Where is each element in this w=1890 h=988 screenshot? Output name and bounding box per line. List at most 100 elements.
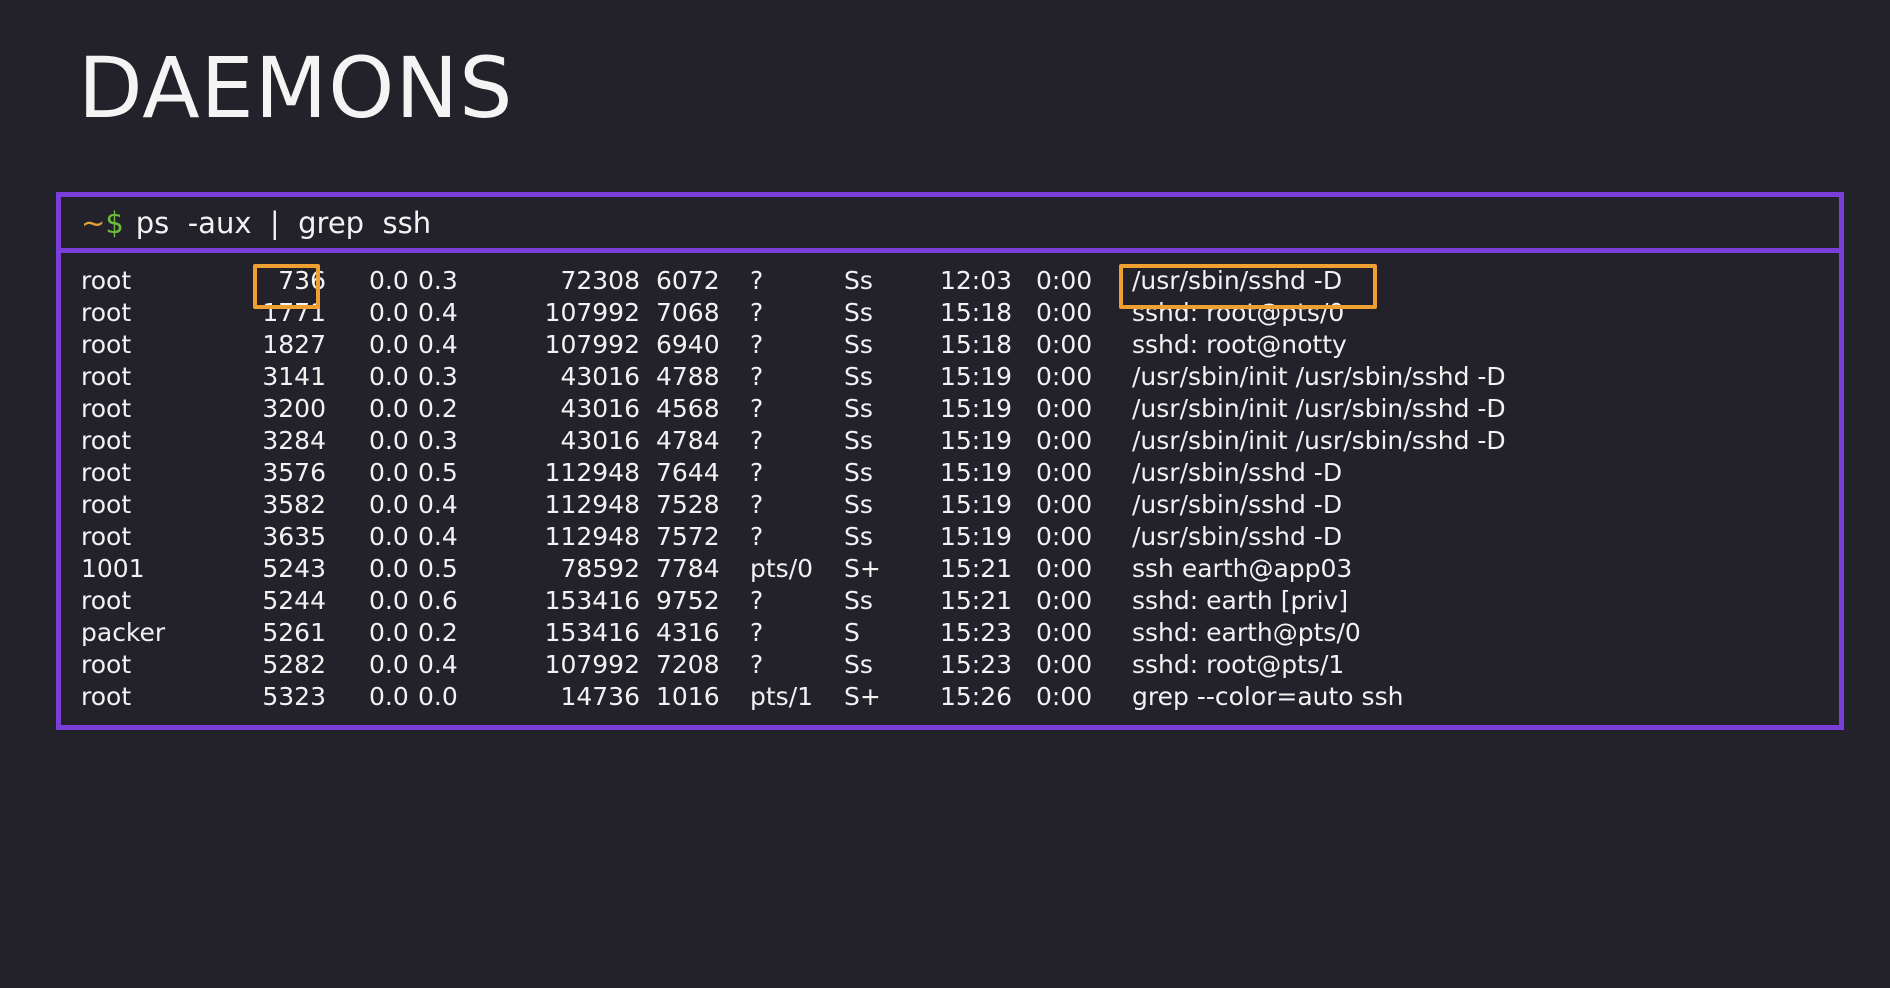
process-start: 12:03 — [940, 266, 1013, 295]
process-time: 0:00 — [1036, 458, 1093, 487]
process-start: 15:23 — [940, 618, 1013, 647]
process-vsz: 43016 — [560, 426, 640, 455]
process-cpu: 0.0 — [369, 266, 409, 295]
process-vsz: 43016 — [560, 362, 640, 391]
process-command: /usr/sbin/init /usr/sbin/sshd -D — [1132, 394, 1506, 423]
process-row: root 3284 0.0 0.3 43016 4784? Ss 15:19 0:00/usr/… — [61, 425, 1839, 457]
process-tty: ? — [750, 618, 764, 647]
process-rss: 7208 — [656, 650, 720, 679]
process-pid: 5243 — [262, 554, 326, 583]
process-pid: 3141 — [262, 362, 326, 391]
process-row: root 3141 0.0 0.3 43016 4788? Ss 15:19 0:00/usr/… — [61, 361, 1839, 393]
process-cpu: 0.0 — [369, 362, 409, 391]
process-mem: 0.2 — [418, 394, 458, 423]
process-start: 15:19 — [940, 458, 1013, 487]
command-text: ps -aux | grep ssh — [135, 205, 432, 240]
process-command: /usr/sbin/sshd -D — [1132, 490, 1343, 519]
process-row: root 3635 0.0 0.4 112948 7572? Ss 15:19 0:00/usr… — [61, 521, 1839, 553]
process-cpu: 0.0 — [369, 618, 409, 647]
process-tty: ? — [750, 426, 764, 455]
process-rss: 7572 — [656, 522, 720, 551]
process-time: 0:00 — [1036, 522, 1093, 551]
process-tty: pts/0 — [750, 554, 814, 583]
process-user: root — [81, 330, 132, 359]
process-cpu: 0.0 — [369, 522, 409, 551]
process-rss: 4784 — [656, 426, 720, 455]
process-pid: 5323 — [262, 682, 326, 711]
process-cpu: 0.0 — [369, 490, 409, 519]
process-cpu: 0.0 — [369, 330, 409, 359]
process-tty: ? — [750, 298, 764, 327]
process-row: root 736 0.0 0.3 72308 6072? Ss 12:03 0:00/usr/s… — [61, 265, 1839, 297]
process-cpu: 0.0 — [369, 682, 409, 711]
process-vsz: 112948 — [544, 458, 640, 487]
process-command: /usr/sbin/sshd -D — [1132, 458, 1343, 487]
process-user: root — [81, 362, 132, 391]
process-list: root 736 0.0 0.3 72308 6072? Ss 12:03 0:00/usr/s… — [61, 265, 1839, 713]
process-row: root 3200 0.0 0.2 43016 4568? Ss 15:19 0:00/usr/… — [61, 393, 1839, 425]
process-command: /usr/sbin/init /usr/sbin/sshd -D — [1132, 426, 1506, 455]
process-rss: 9752 — [656, 586, 720, 615]
process-mem: 0.4 — [418, 522, 458, 551]
process-cpu: 0.0 — [369, 458, 409, 487]
process-pid: 3200 — [262, 394, 326, 423]
process-cpu: 0.0 — [369, 554, 409, 583]
process-stat: Ss — [844, 394, 873, 423]
process-pid: 3635 — [262, 522, 326, 551]
process-start: 15:19 — [940, 362, 1013, 391]
process-row: root 1771 0.0 0.4 107992 7068? Ss 15:18 0:00 sshd… — [61, 297, 1839, 329]
command-line[interactable]: ~ $ ps -aux | grep ssh — [61, 197, 1839, 253]
process-rss: 7068 — [656, 298, 720, 327]
process-mem: 0.4 — [418, 330, 458, 359]
terminal-window: ~ $ ps -aux | grep ssh root 736 0.0 0.3 7230… — [56, 192, 1844, 730]
command-highlight-box — [1119, 264, 1377, 309]
process-stat: Ss — [844, 298, 873, 327]
slide-title: DAEMONS — [78, 39, 514, 137]
process-command: ssh earth@app03 — [1132, 554, 1353, 583]
process-rss: 7528 — [656, 490, 720, 519]
process-command: /usr/sbin/sshd -D — [1132, 522, 1343, 551]
process-pid: 3284 — [262, 426, 326, 455]
process-mem: 0.2 — [418, 618, 458, 647]
process-row: 1001 5243 0.0 0.5 78592 7784 pts/0 S+ 15:21 0:00 s… — [61, 553, 1839, 585]
process-pid: 3576 — [262, 458, 326, 487]
process-time: 0:00 — [1036, 298, 1093, 327]
process-user: root — [81, 458, 132, 487]
process-user: root — [81, 266, 132, 295]
process-user: root — [81, 586, 132, 615]
process-mem: 0.4 — [418, 298, 458, 327]
process-mem: 0.6 — [418, 586, 458, 615]
process-mem: 0.3 — [418, 362, 458, 391]
process-vsz: 78592 — [560, 554, 640, 583]
process-row: root 5282 0.0 0.4 107992 7208? Ss 15:23 0:00 sshd… — [61, 649, 1839, 681]
process-cpu: 0.0 — [369, 394, 409, 423]
process-row: root 3576 0.0 0.5 112948 7644? Ss 15:19 0:00/usr… — [61, 457, 1839, 489]
process-cpu: 0.0 — [369, 426, 409, 455]
process-start: 15:19 — [940, 394, 1013, 423]
process-time: 0:00 — [1036, 682, 1093, 711]
process-start: 15:26 — [940, 682, 1013, 711]
process-start: 15:19 — [940, 522, 1013, 551]
process-stat: S — [844, 618, 860, 647]
process-stat: Ss — [844, 330, 873, 359]
process-stat: Ss — [844, 458, 873, 487]
process-tty: ? — [750, 458, 764, 487]
process-time: 0:00 — [1036, 266, 1093, 295]
process-tty: ? — [750, 266, 764, 295]
process-time: 0:00 — [1036, 426, 1093, 455]
process-stat: Ss — [844, 650, 873, 679]
process-start: 15:18 — [940, 330, 1013, 359]
process-stat: Ss — [844, 522, 873, 551]
process-time: 0:00 — [1036, 554, 1093, 583]
process-vsz: 112948 — [544, 522, 640, 551]
process-rss: 4788 — [656, 362, 720, 391]
process-tty: ? — [750, 650, 764, 679]
process-row: root 5323 0.0 0.0 14736 1016 pts/1 S+ 15:26 0:00 g… — [61, 681, 1839, 713]
process-time: 0:00 — [1036, 650, 1093, 679]
process-user: root — [81, 522, 132, 551]
process-tty: ? — [750, 490, 764, 519]
process-stat: Ss — [844, 490, 873, 519]
process-mem: 0.0 — [418, 682, 458, 711]
process-vsz: 153416 — [544, 586, 640, 615]
process-cpu: 0.0 — [369, 650, 409, 679]
